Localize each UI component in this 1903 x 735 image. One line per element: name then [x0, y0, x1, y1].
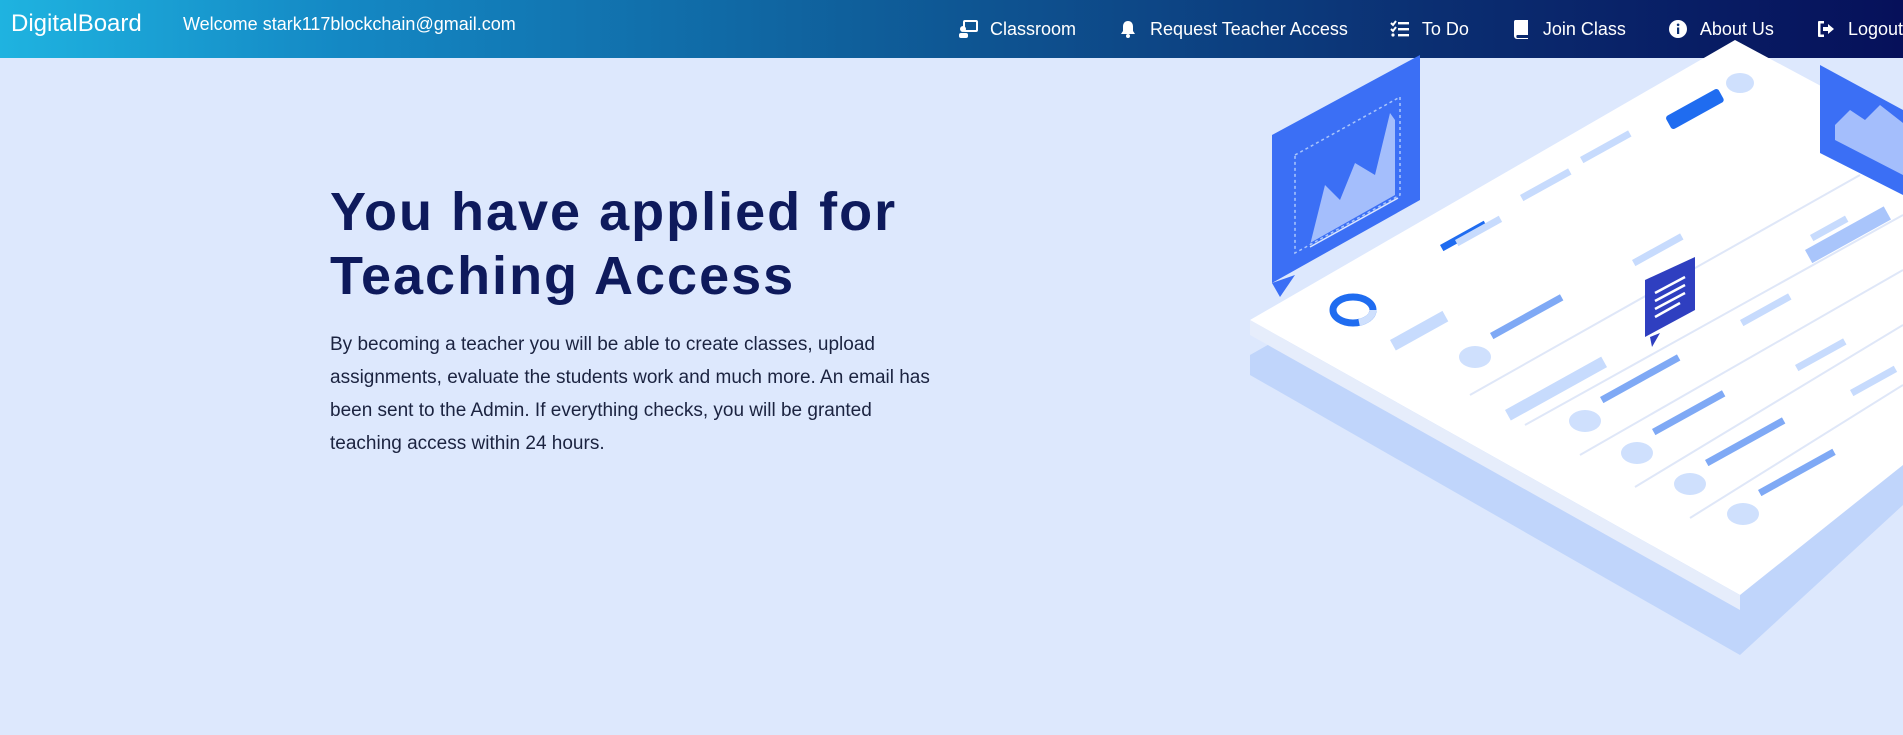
page-title: You have applied for Teaching Access [330, 180, 950, 308]
title-line-1: You have applied for [330, 182, 898, 242]
dashboard-illustration [1250, 40, 1903, 655]
classroom-icon [959, 20, 979, 38]
hero-description: By becoming a teacher you will be able t… [330, 334, 930, 454]
title-line-2: Teaching Access [330, 246, 796, 306]
bell-icon [1121, 21, 1136, 38]
welcome-message: Welcome stark117blockchain@gmail.com [183, 14, 516, 34]
brand-logo[interactable]: DigitalBoard [11, 10, 142, 38]
nav-label-classroom: Classroom [990, 18, 1077, 39]
nav-item-classroom[interactable]: Classroom [958, 19, 1076, 40]
hero-section: You have applied for Teaching Access By … [330, 180, 950, 460]
